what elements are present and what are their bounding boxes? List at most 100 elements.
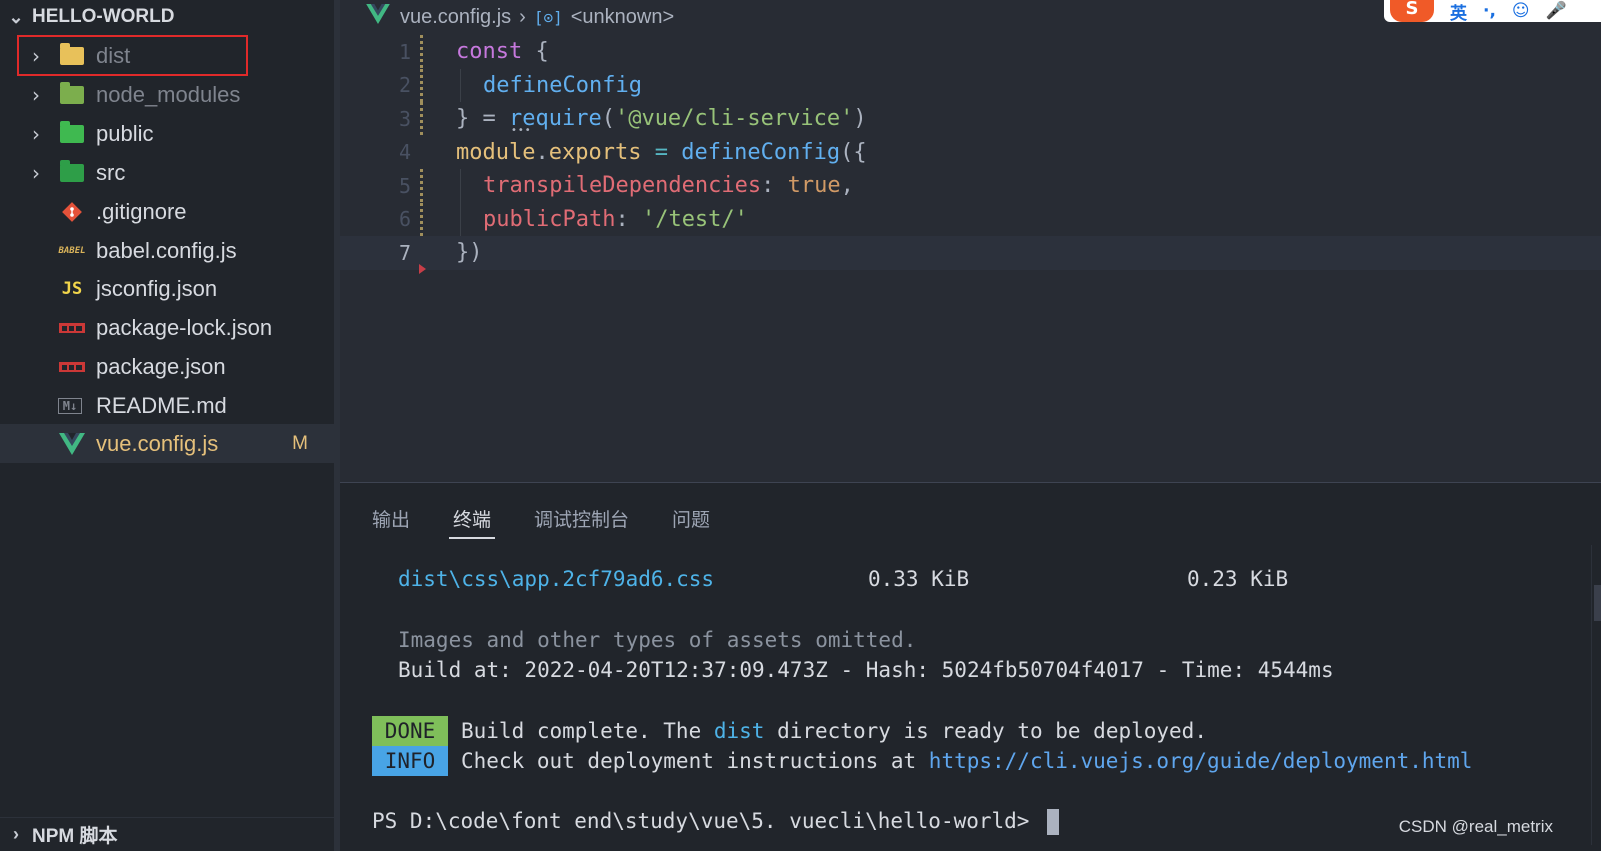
code-text: defineConfig bbox=[483, 73, 642, 98]
breadcrumb-file[interactable]: vue.config.js bbox=[400, 6, 511, 29]
terminal-build-info: Build at: 2022-04-20T12:37:09.473Z - Has… bbox=[398, 658, 1334, 682]
npm-icon bbox=[58, 355, 86, 379]
watermark: CSDN @real_metrix bbox=[1398, 817, 1553, 836]
public-folder-icon bbox=[58, 120, 86, 146]
markdown-icon: M↓ bbox=[58, 397, 82, 414]
chevron-down-icon: ⌄ bbox=[8, 6, 24, 27]
scrollbar-thumb[interactable] bbox=[1594, 585, 1601, 621]
vue-icon bbox=[366, 4, 390, 30]
tree-item-label: babel.config.js bbox=[96, 237, 237, 263]
explorer-sidebar: ⌄ HELLO-WORLD › dist › node_modules › pu… bbox=[0, 0, 334, 851]
terminal-asset-size: 0.33 KiB bbox=[868, 567, 970, 591]
tree-item-node-modules[interactable]: › node_modules bbox=[0, 75, 334, 114]
tree-item-label: .gitignore bbox=[96, 198, 187, 224]
code-text: publicPath: '/test/' bbox=[483, 207, 748, 232]
explorer-section-header[interactable]: ⌄ HELLO-WORLD bbox=[0, 0, 334, 34]
code-line[interactable]: 4 module.exports = defineConfig({ bbox=[340, 136, 1601, 170]
token: defineConfig bbox=[483, 72, 642, 98]
tab-debug-console[interactable]: 调试控制台 bbox=[534, 505, 629, 532]
npm-icon bbox=[58, 316, 86, 340]
code-text: transpileDependencies: true, bbox=[483, 173, 854, 198]
tree-item-jsconfig[interactable]: JS jsconfig.json bbox=[0, 269, 334, 308]
tree-item-babel-config[interactable]: BABEL babel.config.js bbox=[0, 231, 334, 270]
tab-terminal[interactable]: 终端 bbox=[448, 505, 496, 539]
explorer-title: HELLO-WORLD bbox=[32, 6, 175, 27]
tree-item-readme[interactable]: M↓ README.md bbox=[0, 386, 334, 425]
src-folder-icon bbox=[58, 159, 86, 185]
tree-item-src[interactable]: › src bbox=[0, 153, 334, 192]
token: module bbox=[456, 139, 536, 165]
breadcrumb-symbol[interactable]: <unknown> bbox=[571, 6, 674, 29]
code-line[interactable]: 5 transpileDependencies: true, bbox=[340, 169, 1601, 203]
panel-tabs: 输出 终端 调试控制台 问题 bbox=[340, 483, 1601, 551]
token: transpileDependencies bbox=[483, 173, 762, 199]
code-editor[interactable]: vue.config.js › [⊙] <unknown> 1 const { … bbox=[340, 0, 1601, 482]
tree-item-package-lock[interactable]: package-lock.json bbox=[0, 308, 334, 347]
tree-item-label: package.json bbox=[96, 353, 226, 379]
token: : bbox=[615, 206, 642, 232]
tree-item-label: package-lock.json bbox=[96, 314, 273, 340]
chevron-right-icon: › bbox=[13, 824, 19, 844]
token: } = bbox=[456, 106, 509, 132]
js-icon: JS bbox=[61, 278, 83, 299]
line-number: 7 bbox=[398, 240, 411, 265]
indent-guide bbox=[460, 169, 461, 203]
token: }) bbox=[456, 240, 483, 266]
ime-logo[interactable]: S bbox=[1390, 0, 1434, 22]
ime-toolbar: S 英 ·, ☺ 🎤 bbox=[1384, 0, 1601, 24]
tab-problems[interactable]: 问题 bbox=[672, 505, 710, 532]
modified-gutter-mark bbox=[420, 102, 423, 136]
code-line[interactable]: 1 const { bbox=[340, 35, 1601, 69]
token: const bbox=[456, 39, 523, 65]
token: true bbox=[787, 173, 841, 199]
babel-icon: BABEL bbox=[58, 245, 86, 256]
ime-punctuation-toggle[interactable]: ·, bbox=[1483, 1, 1496, 21]
token: '@vue/cli-service' bbox=[614, 106, 854, 132]
npm-scripts-section-header[interactable]: › NPM 脚本 bbox=[0, 817, 334, 851]
terminal-omitted-line: Images and other types of assets omitted… bbox=[398, 628, 917, 652]
code-text: }) bbox=[456, 240, 483, 265]
token: , bbox=[840, 173, 854, 199]
token: : bbox=[761, 173, 788, 199]
token: '/test/' bbox=[641, 206, 748, 232]
tree-item-vue-config[interactable]: vue.config.js M bbox=[0, 424, 334, 463]
token: { bbox=[522, 39, 549, 65]
indent-guide bbox=[460, 202, 461, 236]
terminal-asset-file: dist\css\app.2cf79ad6.css bbox=[398, 567, 715, 591]
chevron-right-icon: › bbox=[32, 160, 40, 185]
token: . bbox=[535, 139, 549, 165]
deleted-lines-marker[interactable] bbox=[419, 264, 426, 274]
terminal-done-line: Build complete. The dist directory is re… bbox=[461, 719, 1207, 743]
token: ( bbox=[601, 106, 615, 132]
line-number: 3 bbox=[398, 106, 411, 131]
terminal-asset-gzip: 0.23 KiB bbox=[1187, 567, 1289, 591]
code-line[interactable]: 6 publicPath: '/test/' bbox=[340, 202, 1601, 236]
deployment-link[interactable]: https://cli.vuejs.org/guide/deployment.h… bbox=[929, 749, 1473, 773]
token: publicPath bbox=[483, 206, 616, 232]
line-number: 4 bbox=[398, 140, 411, 165]
token: ({ bbox=[840, 139, 867, 165]
tree-item-public[interactable]: › public bbox=[0, 114, 334, 153]
ime-emoji-icon[interactable]: ☺ bbox=[1512, 1, 1530, 21]
symbol-icon: [⊙] bbox=[533, 7, 563, 27]
token: defineConfig bbox=[681, 139, 841, 165]
ime-language-toggle[interactable]: 英 bbox=[1450, 0, 1467, 24]
bottom-panel: 输出 终端 调试控制台 问题 dist\css\app.2cf79ad6.css… bbox=[340, 482, 1601, 851]
tree-item-label: vue.config.js bbox=[96, 430, 219, 456]
hint-dots: ••• bbox=[511, 125, 532, 136]
modified-gutter-mark bbox=[420, 169, 423, 203]
tab-output[interactable]: 输出 bbox=[372, 505, 410, 532]
terminal-scrollbar[interactable] bbox=[1591, 545, 1601, 845]
ime-microphone-icon[interactable]: 🎤 bbox=[1546, 1, 1567, 21]
line-number: 2 bbox=[398, 73, 411, 98]
token: = bbox=[641, 139, 682, 165]
code-line-current[interactable]: 7 }) bbox=[340, 236, 1601, 270]
line-number: 1 bbox=[398, 39, 411, 64]
tree-item-package[interactable]: package.json bbox=[0, 347, 334, 386]
tree-item-gitignore[interactable]: .gitignore bbox=[0, 192, 334, 231]
npm-scripts-title: NPM 脚本 bbox=[32, 826, 118, 847]
tree-item-label: public bbox=[96, 120, 154, 146]
code-line[interactable]: 2 defineConfig bbox=[340, 68, 1601, 102]
modified-gutter-mark bbox=[420, 202, 423, 236]
code-text: module.exports = defineConfig({ bbox=[456, 140, 867, 165]
